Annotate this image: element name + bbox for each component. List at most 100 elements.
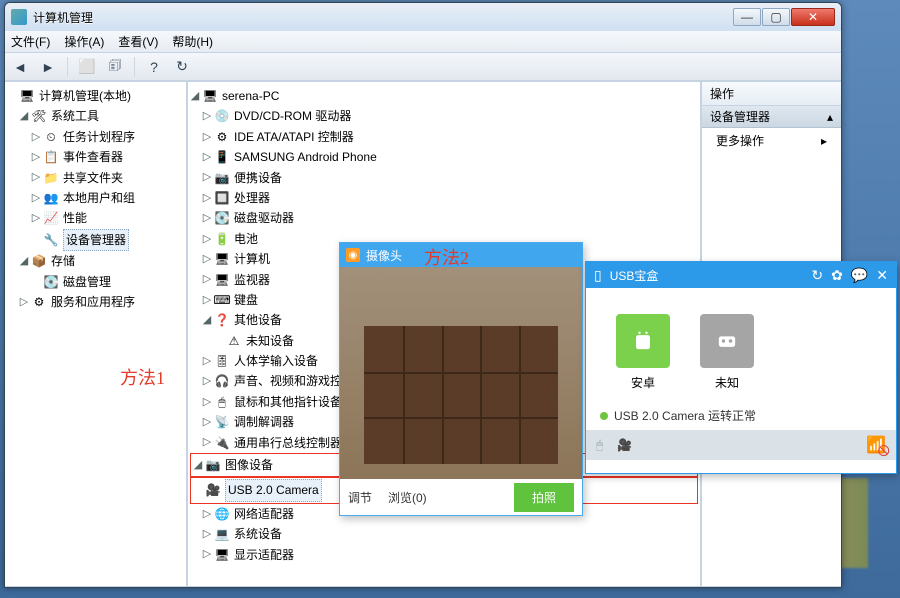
props-button[interactable]: 🗊 <box>104 57 126 77</box>
tree-systools[interactable]: 系统工具 <box>51 106 99 126</box>
wifi-disabled-icon[interactable]: 📶 <box>866 435 886 455</box>
refresh-button[interactable]: ↻ <box>171 57 193 77</box>
device-item[interactable]: 通用串行总线控制器 <box>234 433 342 453</box>
close-button[interactable]: ✕ <box>791 8 835 26</box>
mouse-icon[interactable]: 🖱 <box>596 438 603 453</box>
menu-file[interactable]: 文件(F) <box>11 33 50 50</box>
device-unknown[interactable]: 未知 <box>700 314 754 391</box>
minimize-button[interactable]: — <box>733 8 761 26</box>
close-icon[interactable]: ✕ <box>876 267 888 284</box>
device-item[interactable]: 计算机 <box>234 249 270 269</box>
video-icon[interactable]: 🎥 <box>617 438 632 452</box>
device-item[interactable]: 显示适配器 <box>234 545 294 565</box>
device-icon: ⌨ <box>214 292 230 308</box>
back-button[interactable]: ◄ <box>9 57 31 77</box>
device-item[interactable]: 键盘 <box>234 290 258 310</box>
usb-title: USB宝盒 <box>610 267 659 284</box>
expander-icon[interactable]: ▷ <box>31 209 41 228</box>
expander-icon[interactable]: ▷ <box>31 148 41 167</box>
device-item[interactable]: IDE ATA/ATAPI 控制器 <box>234 127 354 147</box>
collapse-icon[interactable]: ▴ <box>827 110 833 124</box>
tree-services[interactable]: 服务和应用程序 <box>51 292 135 312</box>
expander-icon[interactable]: ▷ <box>31 189 41 208</box>
device-root[interactable]: serena-PC <box>222 86 279 106</box>
device-icon: 📷 <box>214 170 230 186</box>
device-item[interactable]: 电池 <box>234 229 258 249</box>
expander-icon[interactable]: ▷ <box>202 393 212 412</box>
expander-icon[interactable]: ▷ <box>202 372 212 391</box>
expander-icon[interactable]: ▷ <box>202 189 212 208</box>
expander-icon[interactable]: ▷ <box>202 250 212 269</box>
device-item[interactable]: 鼠标和其他指针设备 <box>234 392 342 412</box>
device-item[interactable]: 便携设备 <box>234 168 282 188</box>
device-unknown[interactable]: 未知设备 <box>246 331 294 351</box>
expander-icon[interactable]: ▷ <box>202 209 212 228</box>
refresh-icon[interactable]: ↻ <box>811 267 823 284</box>
expander-icon[interactable]: ▷ <box>202 270 212 289</box>
expander-icon[interactable]: ▷ <box>202 433 212 452</box>
help-button[interactable]: ? <box>143 57 165 77</box>
actions-selected[interactable]: 设备管理器▴ <box>702 106 841 128</box>
expander-icon[interactable]: ▷ <box>202 148 212 167</box>
tree-storage[interactable]: 存储 <box>51 251 75 271</box>
expander-icon[interactable]: ▷ <box>19 293 29 312</box>
expander-icon[interactable]: ▷ <box>31 168 41 187</box>
camera-window[interactable]: ◉ 摄像头 调节 浏览(0) 拍照 <box>339 242 583 516</box>
tree-item[interactable]: 性能 <box>63 208 87 228</box>
camera-browse-link[interactable]: 浏览(0) <box>388 489 427 506</box>
tree-item[interactable]: 事件查看器 <box>63 147 123 167</box>
expander-icon[interactable]: ◢ <box>190 87 200 106</box>
tool-icon: 📋 <box>43 149 59 165</box>
fwd-button[interactable]: ► <box>37 57 59 77</box>
expander-icon[interactable]: ▷ <box>202 352 212 371</box>
device-item[interactable]: 调制解调器 <box>234 412 294 432</box>
actions-more[interactable]: 更多操作▸ <box>702 128 841 153</box>
titlebar[interactable]: 计算机管理 — ▢ ✕ <box>5 3 841 31</box>
tree-item[interactable]: 本地用户和组 <box>63 188 135 208</box>
usb-titlebar[interactable]: ▯ USB宝盒 ↻ ✿ 💬 ✕ <box>586 262 896 288</box>
tree-item[interactable]: 共享文件夹 <box>63 168 123 188</box>
expander-icon[interactable]: ▷ <box>202 230 212 249</box>
device-imaging[interactable]: 图像设备 <box>225 455 273 475</box>
expander-icon[interactable]: ◢ <box>19 252 29 271</box>
device-item[interactable]: 磁盘驱动器 <box>234 208 294 228</box>
usb-box-window[interactable]: ▯ USB宝盒 ↻ ✿ 💬 ✕ 安卓 未知 USB 2.0 Camera 运转正… <box>585 261 897 474</box>
expander-icon[interactable]: ▷ <box>31 128 41 147</box>
expander-icon[interactable]: ▷ <box>202 413 212 432</box>
device-android[interactable]: 安卓 <box>616 314 670 391</box>
expander-icon[interactable]: ◢ <box>19 107 29 126</box>
device-item[interactable]: 监视器 <box>234 270 270 290</box>
menu-action[interactable]: 操作(A) <box>64 33 104 50</box>
expander-icon[interactable]: ▷ <box>202 128 212 147</box>
menu-help[interactable]: 帮助(H) <box>172 33 213 50</box>
device-usb-camera[interactable]: USB 2.0 Camera <box>225 479 322 501</box>
menu-view[interactable]: 查看(V) <box>118 33 158 50</box>
maximize-button[interactable]: ▢ <box>762 8 790 26</box>
expander-icon[interactable]: ▷ <box>202 505 212 524</box>
expander-icon[interactable]: ▷ <box>202 168 212 187</box>
camera-snap-button[interactable]: 拍照 <box>514 483 574 512</box>
device-item[interactable]: 处理器 <box>234 188 270 208</box>
expander-icon[interactable]: ◢ <box>202 311 212 330</box>
tree-item[interactable]: 设备管理器 <box>63 229 129 251</box>
chat-icon[interactable]: 💬 <box>851 267 868 284</box>
camera-adjust-link[interactable]: 调节 <box>348 489 372 506</box>
device-item[interactable]: SAMSUNG Android Phone <box>234 147 377 167</box>
expander-icon[interactable]: ◢ <box>193 456 203 475</box>
up-button[interactable]: ⬜ <box>76 57 98 77</box>
tree-root[interactable]: 计算机管理(本地) <box>39 86 131 106</box>
expander-icon[interactable]: ▷ <box>202 291 212 310</box>
tree-diskmgmt[interactable]: 磁盘管理 <box>63 272 111 292</box>
device-item[interactable]: 系统设备 <box>234 524 282 544</box>
device-item[interactable]: DVD/CD-ROM 驱动器 <box>234 106 351 126</box>
device-item[interactable]: 人体学输入设备 <box>234 351 318 371</box>
expander-icon[interactable]: ▷ <box>202 107 212 126</box>
device-item[interactable]: 网络适配器 <box>234 504 294 524</box>
expander-icon[interactable]: ▷ <box>202 545 212 564</box>
actions-header: 操作 <box>702 82 841 106</box>
tool-icon: 📈 <box>43 211 59 227</box>
gear-icon[interactable]: ✿ <box>831 267 843 284</box>
tree-item[interactable]: 任务计划程序 <box>63 127 135 147</box>
device-other[interactable]: 其他设备 <box>234 310 282 330</box>
expander-icon[interactable]: ▷ <box>202 525 212 544</box>
